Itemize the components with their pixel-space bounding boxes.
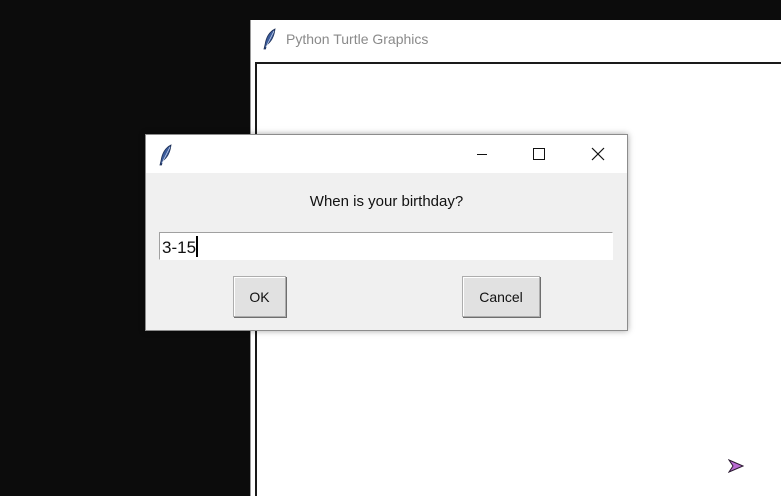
birthday-input[interactable]: 3-15 bbox=[159, 232, 613, 260]
dialog-titlebar[interactable] bbox=[146, 135, 627, 173]
cancel-button[interactable]: Cancel bbox=[462, 276, 540, 317]
ok-button[interactable]: OK bbox=[233, 276, 286, 317]
close-button[interactable] bbox=[575, 135, 621, 173]
maximize-button[interactable] bbox=[516, 135, 562, 173]
minimize-button[interactable] bbox=[459, 135, 505, 173]
dialog-prompt: When is your birthday? bbox=[309, 193, 464, 210]
feather-icon bbox=[159, 144, 172, 166]
feather-icon bbox=[263, 28, 276, 50]
text-caret bbox=[196, 236, 199, 257]
maximize-icon bbox=[533, 148, 545, 160]
turtle-titlebar[interactable]: Python Turtle Graphics bbox=[251, 20, 781, 59]
input-value: 3-15 bbox=[162, 238, 197, 257]
close-icon bbox=[591, 147, 605, 161]
turtle-arrow-icon bbox=[728, 459, 744, 473]
minimize-icon bbox=[477, 154, 487, 155]
window-title: Python Turtle Graphics bbox=[286, 31, 429, 47]
input-dialog: When is your birthday? 3-15 OK Cancel bbox=[145, 134, 628, 331]
